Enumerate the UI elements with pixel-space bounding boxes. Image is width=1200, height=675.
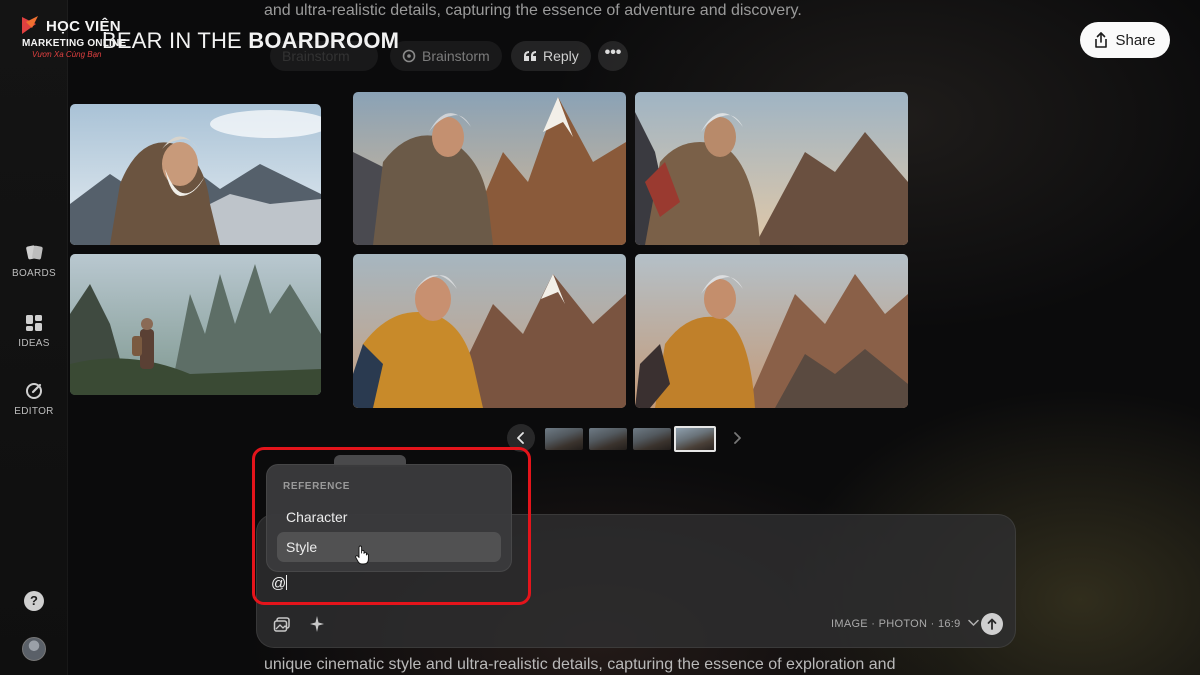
sidebar-item-boards[interactable]: BOARDS: [0, 244, 68, 279]
chevron-down-icon: [968, 619, 979, 627]
reference-dropdown-header: REFERENCE: [283, 481, 351, 492]
logo-slogan: Vươn Xa Cùng Bạn: [32, 50, 102, 59]
hand-cursor-icon: [355, 545, 369, 565]
hidden-action-label: Brainstorm: [282, 48, 350, 64]
reference-option-character[interactable]: Character: [277, 502, 501, 532]
sidebar-item-label: EDITOR: [14, 406, 54, 417]
prompt-input[interactable]: @: [271, 575, 288, 592]
brainstorm-button[interactable]: Brainstorm: [390, 41, 502, 71]
reference-option-style[interactable]: Style: [277, 532, 501, 562]
sidebar: BOARDS IDEAS EDITOR ?: [0, 0, 68, 675]
logo-mark-icon: [22, 16, 38, 34]
reply-button[interactable]: Reply: [511, 41, 591, 71]
carousel-thumbnail[interactable]: [633, 428, 671, 450]
ideas-icon: [26, 315, 42, 331]
arrow-up-icon: [987, 618, 997, 630]
sidebar-item-editor[interactable]: EDITOR: [0, 382, 68, 417]
share-label: Share: [1115, 31, 1156, 49]
image-reference-icon[interactable]: [273, 615, 291, 633]
generated-image-4[interactable]: [635, 92, 908, 245]
chevron-right-icon: [734, 432, 741, 444]
more-options-button[interactable]: •••: [598, 41, 628, 71]
help-button[interactable]: ?: [24, 591, 44, 611]
generated-image-6[interactable]: [635, 254, 908, 408]
editor-icon: [26, 383, 42, 399]
sparkle-icon[interactable]: [309, 615, 325, 633]
carousel-thumbnail[interactable]: [545, 428, 583, 450]
share-button[interactable]: Share: [1080, 22, 1170, 58]
chevron-left-icon: [517, 432, 524, 444]
page-title-prefix: BEAR IN THE: [102, 28, 249, 53]
generated-image-1[interactable]: [70, 104, 321, 245]
reference-dropdown: REFERENCE Character Style: [266, 464, 512, 572]
generation-mode-selector[interactable]: IMAGE · PHOTON · 16:9: [831, 618, 979, 630]
carousel-prev-button[interactable]: [507, 424, 535, 452]
quote-icon: [524, 51, 536, 61]
brainstorm-icon: [402, 49, 416, 63]
generated-image-5[interactable]: [353, 254, 626, 408]
share-icon: [1095, 32, 1108, 48]
hidden-action-pill[interactable]: Brainstorm: [270, 41, 378, 71]
generated-image-3[interactable]: [353, 92, 626, 245]
avatar[interactable]: [22, 637, 46, 661]
previous-prompt-text: and ultra-realistic details, capturing t…: [264, 2, 802, 19]
brainstorm-label: Brainstorm: [422, 48, 490, 64]
prompt-input-value: @: [271, 575, 287, 592]
carousel-next-button[interactable]: [728, 424, 746, 452]
boards-icon: [26, 245, 43, 260]
previous-prompt-text-bottom: unique cinematic style and ultra-realist…: [264, 656, 896, 673]
carousel-thumbnail-active[interactable]: [674, 426, 716, 452]
reply-label: Reply: [543, 48, 579, 64]
generation-mode-label: IMAGE · PHOTON · 16:9: [831, 618, 961, 630]
sidebar-item-label: IDEAS: [18, 338, 50, 349]
submit-button[interactable]: [981, 613, 1003, 635]
carousel-thumbnail[interactable]: [589, 428, 627, 450]
sidebar-item-label: BOARDS: [11, 268, 57, 279]
text-caret: [286, 575, 288, 590]
generated-image-2[interactable]: [70, 254, 321, 395]
sidebar-item-ideas[interactable]: IDEAS: [0, 314, 68, 349]
